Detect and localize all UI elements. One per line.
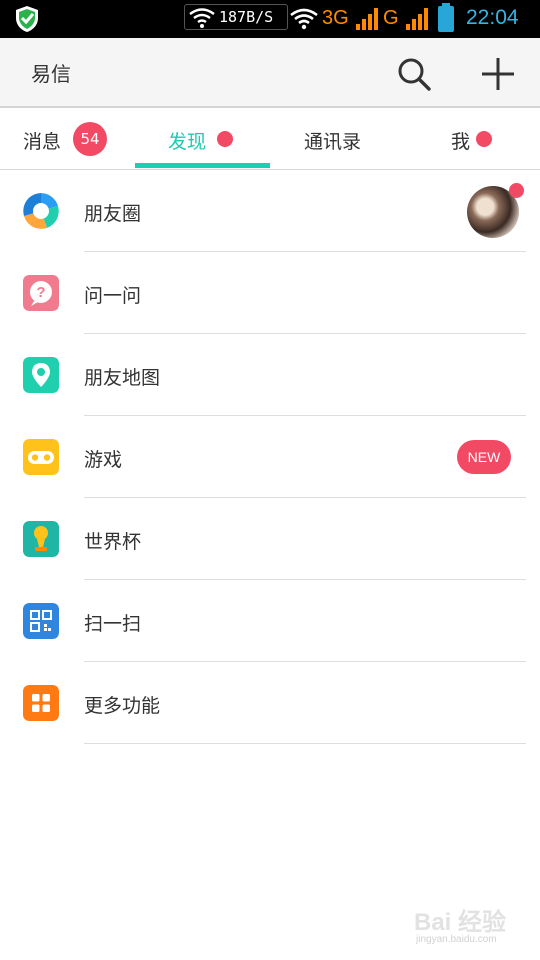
tab-label: 我 [451,131,471,153]
notification-dot [509,183,524,198]
list-item-label: 朋友圈 [84,203,142,225]
list-item-world-cup[interactable]: 世界杯 [0,498,540,580]
qr-scan-icon [23,603,59,639]
trophy-icon [23,521,59,557]
list-item-label: 问一问 [84,285,142,307]
status-bar: 187B/S 3G G 22:04 [0,0,540,38]
shield-icon [16,6,38,32]
watermark: Bai 经验 jingyan.baidu.com [414,898,524,948]
tab-me[interactable]: 我 [405,108,540,170]
tab-contacts[interactable]: 通讯录 [270,108,405,170]
tab-label: 消息 [23,131,62,153]
net-speed-text: 187B/S [219,8,274,26]
list-item-label: 扫一扫 [84,613,142,635]
list-item-ask[interactable]: ? 问一问 [0,252,540,334]
active-tab-indicator [135,163,270,168]
tab-discover[interactable]: 发现 [135,108,270,170]
search-icon[interactable] [396,56,432,92]
notification-dot [476,131,492,147]
network-3g-label: 3G [322,7,349,29]
list-item-label: 朋友地图 [84,367,161,389]
tab-label: 通讯录 [304,131,362,153]
clock: 22:04 [466,6,519,29]
notification-dot [217,131,233,147]
svg-text:?: ? [36,284,45,301]
list-item-label: 更多功能 [84,695,161,717]
network-g-label: G [383,7,399,29]
list-item-more-features[interactable]: 更多功能 [0,662,540,744]
list-item-label: 游戏 [84,449,123,471]
list-item-friend-map[interactable]: 朋友地图 [0,334,540,416]
new-badge: NEW [457,440,511,474]
watermark-text: Bai 经验 [414,909,507,936]
tab-bar: 消息 54 发现 通讯录 我 [0,108,540,170]
grid-icon [23,685,59,721]
app-title: 易信 [31,62,71,86]
tab-label: 发现 [168,131,207,153]
net-speed-indicator: 187B/S [184,4,288,30]
app-header: 易信 [0,38,540,108]
list-item-label: 世界杯 [84,531,142,553]
watermark-url: jingyan.baidu.com [416,934,497,945]
map-pin-icon [23,357,59,393]
signal-icon [406,8,428,30]
wifi-icon [189,8,215,28]
tab-messages[interactable]: 消息 54 [0,108,135,170]
wifi-icon [290,8,318,30]
list-item-scan[interactable]: 扫一扫 [0,580,540,662]
unread-count-badge: 54 [73,122,107,156]
signal-icon [356,8,378,30]
game-icon [23,439,59,475]
moments-icon [23,193,59,229]
battery-icon [438,3,454,32]
plus-icon[interactable] [480,56,516,92]
divider [84,743,526,744]
question-icon: ? [23,275,59,311]
list-item-moments[interactable]: 朋友圈 [0,170,540,252]
